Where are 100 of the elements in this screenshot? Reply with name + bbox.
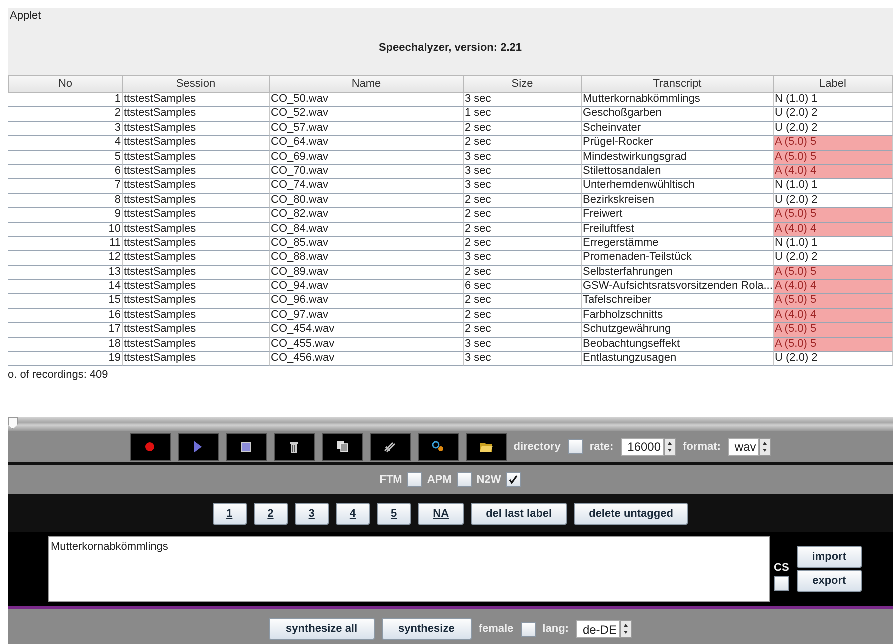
- label-cell: U (2.0) 2: [774, 352, 893, 366]
- synthesize-button[interactable]: synthesize all: [269, 618, 375, 640]
- label-cell: A (5.0) 5: [774, 208, 893, 223]
- cs-checkbox[interactable]: [774, 576, 790, 591]
- table-cell: CO_50.wav: [270, 93, 464, 108]
- play-button[interactable]: [178, 432, 219, 461]
- option-label: APM: [427, 474, 452, 486]
- table-cell: 10: [8, 222, 123, 237]
- settings-button[interactable]: [418, 432, 459, 461]
- label-cell: N (1.0) 1: [774, 236, 893, 252]
- table-cell: CO_97.wav: [270, 308, 464, 324]
- table-cell: CO_89.wav: [270, 266, 464, 280]
- table-cell: 9: [8, 208, 123, 223]
- folder-button[interactable]: [466, 432, 507, 461]
- cs-label: CS: [774, 562, 790, 574]
- option-checkbox[interactable]: [456, 472, 472, 488]
- label-button[interactable]: 3: [294, 503, 329, 526]
- column-header[interactable]: Session: [123, 75, 270, 93]
- table-cell: 6 sec: [464, 280, 582, 294]
- table-cell: CO_82.wav: [270, 208, 464, 223]
- transcript-field[interactable]: Mutterkornabkömmlings: [48, 536, 770, 602]
- synthesize-button[interactable]: synthesize: [382, 618, 472, 640]
- column-header[interactable]: No: [8, 75, 123, 93]
- table-cell: 5: [8, 150, 123, 165]
- table-cell: 11: [8, 236, 123, 252]
- delete-button[interactable]: [274, 432, 315, 461]
- label-cell: U (2.0) 2: [774, 107, 893, 122]
- directory-checkbox[interactable]: [568, 439, 583, 454]
- option-checkbox[interactable]: [407, 472, 422, 488]
- table-cell: Mutterkornabkömmlings: [582, 93, 774, 108]
- label-cell: A (5.0) 5: [774, 150, 893, 165]
- label-cell: A (4.0) 4: [774, 164, 893, 180]
- table-cell: ttstestSamples: [123, 236, 270, 252]
- label-cell: U (2.0) 2: [774, 122, 893, 136]
- column-header[interactable]: Label: [774, 75, 893, 93]
- table-cell: 8: [8, 194, 123, 208]
- table-cell: Prügel-Rocker: [582, 136, 774, 151]
- gear-icon: [432, 441, 444, 452]
- column-header[interactable]: Size: [464, 75, 582, 93]
- table-cell: Selbsterfahrungen: [582, 266, 774, 280]
- table-cell: Schutzgewährung: [582, 323, 774, 338]
- tools-icon: [384, 440, 396, 453]
- table-cell: ttstestSamples: [123, 294, 270, 309]
- import-button[interactable]: import: [797, 546, 862, 568]
- column-header[interactable]: Transcript: [582, 75, 774, 93]
- table-cell: 3 sec: [464, 352, 582, 366]
- table-cell: Unterhemdenwühltisch: [582, 179, 774, 194]
- table-cell: 3 sec: [464, 251, 582, 266]
- export-button[interactable]: export: [797, 570, 862, 592]
- copy-button[interactable]: [322, 432, 363, 461]
- label-cell: A (4.0) 4: [774, 222, 893, 237]
- label-button[interactable]: 2: [254, 503, 288, 526]
- table-cell: Farbholzschnitts: [582, 308, 774, 324]
- table-cell: 17: [8, 323, 123, 338]
- table-cell: CO_69.wav: [270, 150, 464, 165]
- table-cell: 3 sec: [464, 150, 582, 165]
- column-header[interactable]: Name: [270, 75, 464, 93]
- table-cell: CO_96.wav: [270, 294, 464, 309]
- label-button[interactable]: del last label: [471, 503, 568, 526]
- table-cell: ttstestSamples: [123, 222, 270, 237]
- table-cell: ttstestSamples: [123, 266, 270, 280]
- female-label: female: [478, 623, 514, 636]
- table-cell: Freiwert: [582, 208, 774, 223]
- position-slider[interactable]: [8, 417, 893, 432]
- table-cell: Stilettosandalen: [582, 164, 774, 180]
- option-label: N2W: [476, 474, 502, 486]
- table-cell: 15: [8, 294, 123, 309]
- record-button[interactable]: [130, 432, 171, 461]
- table-cell: ttstestSamples: [123, 179, 270, 194]
- table-cell: 14: [8, 280, 123, 294]
- table-cell: ttstestSamples: [123, 107, 270, 122]
- tools-button[interactable]: [370, 432, 411, 461]
- table-cell: ttstestSamples: [123, 323, 270, 338]
- table-cell: 2 sec: [464, 136, 582, 151]
- table-cell: 2 sec: [464, 323, 582, 338]
- option-checkbox[interactable]: [506, 472, 522, 488]
- slider-thumb[interactable]: [8, 417, 18, 430]
- table-cell: 19: [8, 352, 123, 366]
- label-button[interactable]: delete untagged: [574, 503, 688, 526]
- table-cell: ttstestSamples: [123, 122, 270, 136]
- label-cell: A (4.0) 4: [774, 308, 893, 324]
- table-cell: Scheinvater: [582, 122, 774, 136]
- table-cell: ttstestSamples: [123, 251, 270, 266]
- table-cell: Tafelschreiber: [582, 294, 774, 309]
- record-icon: [145, 442, 156, 452]
- label-button[interactable]: 4: [336, 503, 370, 526]
- table-cell: 3 sec: [464, 93, 582, 108]
- label-button[interactable]: 1: [212, 503, 247, 526]
- table-cell: 1: [8, 93, 123, 108]
- label-button[interactable]: NA: [418, 503, 464, 526]
- table-cell: Geschoßgarben: [582, 107, 774, 122]
- rate-label: rate:: [590, 440, 614, 453]
- label-button[interactable]: 5: [377, 503, 412, 526]
- stop-button[interactable]: [226, 432, 267, 461]
- label-cell: A (4.0) 4: [774, 280, 893, 294]
- table-cell: 7: [8, 179, 123, 194]
- table-cell: CO_456.wav: [270, 352, 464, 366]
- recordings-count: o. of recordings: 409: [8, 369, 110, 384]
- table-cell: ttstestSamples: [123, 338, 270, 352]
- female-checkbox[interactable]: [520, 622, 536, 637]
